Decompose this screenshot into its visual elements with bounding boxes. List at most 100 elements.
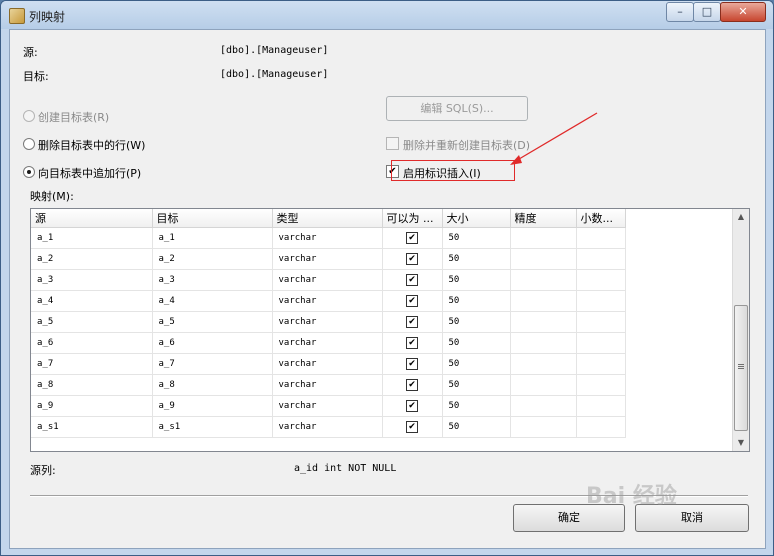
nullable-checkbox[interactable]: ✔ bbox=[406, 421, 418, 433]
cell-nullable[interactable]: ✔ bbox=[382, 248, 443, 270]
col-header-type[interactable]: 类型 bbox=[272, 209, 383, 228]
cell-precision[interactable] bbox=[510, 353, 577, 375]
cell-precision[interactable] bbox=[510, 269, 577, 291]
cell-scale[interactable] bbox=[576, 416, 626, 438]
cell-source[interactable]: a_7 bbox=[31, 353, 153, 375]
table-row[interactable]: a_5 a_5 varchar ✔ 50 bbox=[31, 311, 626, 333]
nullable-checkbox[interactable]: ✔ bbox=[406, 358, 418, 370]
table-row[interactable]: a_6 a_6 varchar ✔ 50 bbox=[31, 332, 626, 354]
cell-size[interactable]: 50 bbox=[442, 290, 511, 312]
cell-type[interactable]: varchar bbox=[272, 332, 383, 354]
mapping-grid[interactable]: 源 目标 类型 可以为 ... 大小 精度 小数... a_1 a_1 varcha… bbox=[30, 208, 750, 452]
cell-source[interactable]: a_2 bbox=[31, 248, 153, 270]
cell-source[interactable]: a_3 bbox=[31, 269, 153, 291]
cell-nullable[interactable]: ✔ bbox=[382, 311, 443, 333]
cell-source[interactable]: a_6 bbox=[31, 332, 153, 354]
scroll-up-icon[interactable]: ▲ bbox=[733, 209, 749, 225]
title-bar[interactable]: 列映射 – □ ✕ bbox=[1, 1, 773, 29]
cell-type[interactable]: varchar bbox=[272, 269, 383, 291]
col-header-size[interactable]: 大小 bbox=[442, 209, 511, 228]
cell-source[interactable]: a_8 bbox=[31, 374, 153, 396]
table-row[interactable]: a_7 a_7 varchar ✔ 50 bbox=[31, 353, 626, 375]
cell-size[interactable]: 50 bbox=[442, 395, 511, 417]
edit-sql-button[interactable]: 编辑 SQL(S)... bbox=[386, 96, 528, 121]
cell-target[interactable]: a_5 bbox=[152, 311, 273, 333]
table-row[interactable]: a_s1 a_s1 varchar ✔ 50 bbox=[31, 416, 626, 438]
cell-nullable[interactable]: ✔ bbox=[382, 290, 443, 312]
nullable-checkbox[interactable]: ✔ bbox=[406, 379, 418, 391]
cell-nullable[interactable]: ✔ bbox=[382, 374, 443, 396]
cell-precision[interactable] bbox=[510, 374, 577, 396]
minimize-button[interactable]: – bbox=[666, 2, 694, 22]
table-row[interactable]: a_2 a_2 varchar ✔ 50 bbox=[31, 248, 626, 270]
cell-size[interactable]: 50 bbox=[442, 269, 511, 291]
cell-source[interactable]: a_9 bbox=[31, 395, 153, 417]
cell-target[interactable]: a_1 bbox=[152, 227, 273, 249]
cell-scale[interactable] bbox=[576, 290, 626, 312]
nullable-checkbox[interactable]: ✔ bbox=[406, 295, 418, 307]
cell-size[interactable]: 50 bbox=[442, 353, 511, 375]
cell-nullable[interactable]: ✔ bbox=[382, 416, 443, 438]
scroll-down-icon[interactable]: ▼ bbox=[733, 435, 749, 451]
cell-source[interactable]: a_5 bbox=[31, 311, 153, 333]
append-rows-radio[interactable] bbox=[23, 166, 35, 178]
nullable-checkbox[interactable]: ✔ bbox=[406, 253, 418, 265]
cell-nullable[interactable]: ✔ bbox=[382, 353, 443, 375]
table-row[interactable]: a_9 a_9 varchar ✔ 50 bbox=[31, 395, 626, 417]
cell-size[interactable]: 50 bbox=[442, 332, 511, 354]
nullable-checkbox[interactable]: ✔ bbox=[406, 316, 418, 328]
cell-scale[interactable] bbox=[576, 395, 626, 417]
cell-size[interactable]: 50 bbox=[442, 311, 511, 333]
table-row[interactable]: a_8 a_8 varchar ✔ 50 bbox=[31, 374, 626, 396]
drop-recreate-checkbox[interactable] bbox=[386, 137, 399, 150]
cell-nullable[interactable]: ✔ bbox=[382, 332, 443, 354]
cell-size[interactable]: 50 bbox=[442, 374, 511, 396]
cell-scale[interactable] bbox=[576, 374, 626, 396]
cell-size[interactable]: 50 bbox=[442, 416, 511, 438]
cell-target[interactable]: a_s1 bbox=[152, 416, 273, 438]
cell-scale[interactable] bbox=[576, 248, 626, 270]
cell-source[interactable]: a_1 bbox=[31, 227, 153, 249]
cell-precision[interactable] bbox=[510, 227, 577, 249]
nullable-checkbox[interactable]: ✔ bbox=[406, 337, 418, 349]
cell-nullable[interactable]: ✔ bbox=[382, 269, 443, 291]
create-table-radio[interactable] bbox=[23, 110, 35, 122]
cell-type[interactable]: varchar bbox=[272, 395, 383, 417]
cell-source[interactable]: a_s1 bbox=[31, 416, 153, 438]
table-row[interactable]: a_1 a_1 varchar ✔ 50 bbox=[31, 227, 626, 249]
cell-precision[interactable] bbox=[510, 395, 577, 417]
nullable-checkbox[interactable]: ✔ bbox=[406, 400, 418, 412]
cell-type[interactable]: varchar bbox=[272, 227, 383, 249]
cell-type[interactable]: varchar bbox=[272, 311, 383, 333]
cell-target[interactable]: a_8 bbox=[152, 374, 273, 396]
cell-precision[interactable] bbox=[510, 416, 577, 438]
cell-scale[interactable] bbox=[576, 269, 626, 291]
cell-nullable[interactable]: ✔ bbox=[382, 227, 443, 249]
cell-size[interactable]: 50 bbox=[442, 227, 511, 249]
close-button[interactable]: ✕ bbox=[720, 2, 766, 22]
cell-precision[interactable] bbox=[510, 290, 577, 312]
cell-precision[interactable] bbox=[510, 332, 577, 354]
cell-type[interactable]: varchar bbox=[272, 374, 383, 396]
cell-type[interactable]: varchar bbox=[272, 353, 383, 375]
col-header-precision[interactable]: 精度 bbox=[510, 209, 577, 228]
cell-scale[interactable] bbox=[576, 353, 626, 375]
table-row[interactable]: a_3 a_3 varchar ✔ 50 bbox=[31, 269, 626, 291]
cell-scale[interactable] bbox=[576, 311, 626, 333]
cell-target[interactable]: a_7 bbox=[152, 353, 273, 375]
cell-precision[interactable] bbox=[510, 311, 577, 333]
cell-precision[interactable] bbox=[510, 248, 577, 270]
col-header-nullable[interactable]: 可以为 ... bbox=[382, 209, 443, 228]
grid-vertical-scrollbar[interactable]: ▲ ▼ bbox=[732, 209, 749, 451]
cell-scale[interactable] bbox=[576, 227, 626, 249]
cell-source[interactable]: a_4 bbox=[31, 290, 153, 312]
table-row[interactable]: a_4 a_4 varchar ✔ 50 bbox=[31, 290, 626, 312]
col-header-source[interactable]: 源 bbox=[31, 209, 153, 228]
cell-target[interactable]: a_6 bbox=[152, 332, 273, 354]
cell-type[interactable]: varchar bbox=[272, 248, 383, 270]
cell-type[interactable]: varchar bbox=[272, 290, 383, 312]
scroll-thumb[interactable] bbox=[734, 305, 748, 431]
maximize-button[interactable]: □ bbox=[693, 2, 721, 22]
nullable-checkbox[interactable]: ✔ bbox=[406, 274, 418, 286]
col-header-scale[interactable]: 小数... bbox=[576, 209, 626, 228]
